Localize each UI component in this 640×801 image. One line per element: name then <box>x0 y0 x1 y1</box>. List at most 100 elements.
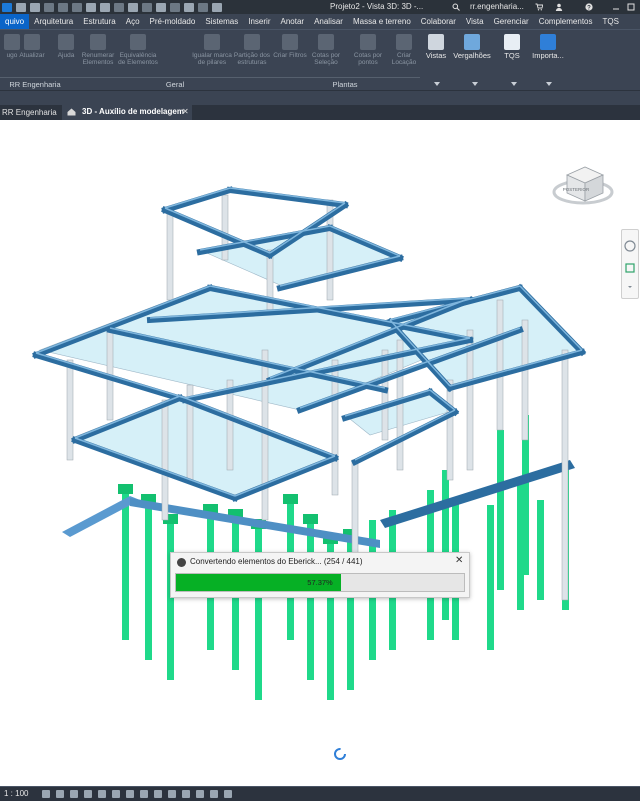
close-hidden-icon[interactable] <box>198 2 208 12</box>
ribbon-button-7[interactable]: Criar Filtros <box>270 34 310 74</box>
navigation-bar[interactable] <box>621 229 639 299</box>
crop-view-icon[interactable] <box>112 790 120 798</box>
ribbon-button-11[interactable]: Vistas <box>416 34 456 74</box>
tab-pr-moldado[interactable]: Pré-moldado <box>145 14 201 29</box>
redo-icon[interactable] <box>72 2 82 12</box>
column <box>446 379 454 481</box>
dimension-icon[interactable] <box>114 2 124 12</box>
text-icon[interactable] <box>142 2 152 12</box>
default-3d-view-icon[interactable] <box>156 2 166 12</box>
hide-isolate-icon[interactable] <box>154 790 162 798</box>
analytical-model-icon[interactable] <box>196 790 204 798</box>
user-account[interactable]: rr.engenharia... <box>470 2 524 11</box>
tab-inserir[interactable]: Inserir <box>243 14 275 29</box>
thin-lines-icon[interactable] <box>184 2 194 12</box>
search-icon[interactable] <box>452 3 460 11</box>
reveal-constraints-icon[interactable] <box>224 790 232 798</box>
tab-vista[interactable]: Vista <box>461 14 489 29</box>
maximize-icon[interactable] <box>627 3 635 11</box>
views-icon <box>428 34 444 50</box>
help-icon <box>58 34 74 50</box>
detail-level-icon[interactable] <box>42 790 50 798</box>
ribbon-button-13[interactable]: TQS <box>492 34 532 74</box>
tab-quivo[interactable]: quivo <box>0 14 30 29</box>
foundation-column <box>487 505 494 650</box>
ribbon-panel: ugo Atualizar Ajuda Renumerar Elementos Equi… <box>0 29 640 91</box>
ribbon-button-5[interactable]: Igualar marca de pilares <box>192 34 232 74</box>
lock-view-icon[interactable] <box>140 790 148 798</box>
sync-icon[interactable] <box>44 2 54 12</box>
ribbon-button-label: Criar Filtros <box>273 52 307 59</box>
foundation-column <box>497 430 504 590</box>
close-icon[interactable]: ✕ <box>182 105 189 119</box>
print-icon[interactable] <box>86 2 96 12</box>
tab-gerenciar[interactable]: Gerenciar <box>489 14 534 29</box>
column <box>261 349 269 521</box>
chevron-down-icon[interactable] <box>472 82 478 86</box>
viewcube[interactable]: POSTERIOR <box>545 155 615 215</box>
ribbon-panel-title: Geral <box>70 77 280 91</box>
minimize-icon[interactable] <box>612 3 620 11</box>
tab-massa-e-terreno[interactable]: Massa e terreno <box>348 14 416 29</box>
ribbon-button-9[interactable]: Cotas por pontos <box>348 34 388 74</box>
ribbon-button-4[interactable]: Equivalência de Elementos <box>118 34 158 74</box>
app-logo-icon <box>177 558 186 567</box>
tab-colaborar[interactable]: Colaborar <box>416 14 461 29</box>
ribbon-button-8[interactable]: Cotas por Seleção <box>306 34 346 74</box>
svg-text:?: ? <box>587 5 591 11</box>
column <box>66 359 74 461</box>
ribbon-button-6[interactable]: Partição dos estruturas <box>232 34 272 74</box>
progress-bar: 57.37% <box>175 573 465 592</box>
ribbon-button-3[interactable]: Renumerar Elementos <box>78 34 118 74</box>
tab-a-o[interactable]: Aço <box>121 14 145 29</box>
ribbon-button-14[interactable]: Importa... <box>528 34 568 74</box>
visual-style-icon[interactable] <box>56 790 64 798</box>
close-icon[interactable]: ✕ <box>455 555 463 566</box>
reveal-hidden-icon[interactable] <box>168 790 176 798</box>
section-icon[interactable] <box>170 2 180 12</box>
shadows-icon[interactable] <box>84 790 92 798</box>
column <box>161 399 169 521</box>
v1-icon <box>90 34 106 50</box>
rebar-icon <box>464 34 480 50</box>
sun-path-icon[interactable] <box>70 790 78 798</box>
user-icon[interactable] <box>555 3 563 11</box>
chevron-down-icon[interactable] <box>511 82 517 86</box>
save-icon[interactable] <box>30 2 40 12</box>
ribbon-button-label: Cotas por Seleção <box>311 52 341 66</box>
dimension-points-icon <box>360 34 376 50</box>
tab-anotar[interactable]: Anotar <box>275 14 309 29</box>
options-bar <box>0 90 640 106</box>
tab-complementos[interactable]: Complementos <box>534 14 598 29</box>
dimension-icon <box>318 34 334 50</box>
equivalence-icon <box>130 34 146 50</box>
open-icon[interactable] <box>16 2 26 12</box>
cart-icon[interactable] <box>535 3 543 11</box>
beam <box>226 186 349 209</box>
tab-sistemas[interactable]: Sistemas <box>200 14 243 29</box>
tab-tqs[interactable]: TQS <box>598 14 624 29</box>
foundation-beam <box>380 460 575 528</box>
progress-percent: 57.37% <box>307 578 333 587</box>
tab-analisar[interactable]: Analisar <box>309 14 348 29</box>
undo-icon[interactable] <box>58 2 68 12</box>
tag-icon[interactable] <box>128 2 138 12</box>
chevron-down-icon[interactable] <box>546 82 552 86</box>
ribbon-button-12[interactable]: Vergalhões <box>452 34 492 74</box>
app-menu-icon[interactable] <box>2 2 12 12</box>
tab-project[interactable]: RR Engenharia <box>2 105 57 120</box>
measure-icon[interactable] <box>100 2 110 12</box>
chevron-down-icon[interactable] <box>434 82 440 86</box>
highlight-displacement-icon[interactable] <box>210 790 218 798</box>
view-scale[interactable]: 1 : 100 <box>4 789 28 798</box>
show-crop-icon[interactable] <box>126 790 134 798</box>
tab-arquitetura[interactable]: Arquitetura <box>29 14 78 29</box>
render-icon[interactable] <box>98 790 106 798</box>
worksharing-icon[interactable] <box>182 790 190 798</box>
beam <box>161 186 234 214</box>
location-icon <box>396 34 412 50</box>
switch-windows-icon[interactable] <box>212 2 222 12</box>
tab-estrutura[interactable]: Estrutura <box>78 14 120 29</box>
help-icon[interactable]: ? <box>585 3 593 11</box>
3d-viewport[interactable]: POSTERIOR <box>0 120 640 786</box>
